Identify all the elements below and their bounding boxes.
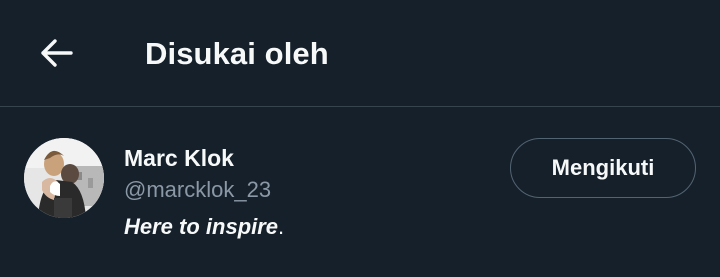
page-title: Disukai oleh xyxy=(145,36,329,71)
user-display-name[interactable]: Marc Klok xyxy=(124,144,234,172)
user-list-item[interactable]: Marc Klok @marcklok_23 Here to inspire. … xyxy=(0,108,720,277)
user-handle[interactable]: @marcklok_23 xyxy=(124,176,271,204)
user-bio-suffix: . xyxy=(278,214,285,239)
user-bio: Here to inspire. xyxy=(124,213,284,241)
back-button[interactable] xyxy=(30,29,82,77)
user-bio-emphasis: Here to inspire xyxy=(124,214,279,239)
following-button[interactable]: Mengikuti xyxy=(510,138,696,198)
liked-by-screen: Disukai oleh Marc Klok @marcklok_23 Here… xyxy=(0,0,720,277)
arrow-left-icon xyxy=(39,38,73,68)
header: Disukai oleh xyxy=(0,0,720,107)
avatar[interactable] xyxy=(24,138,104,218)
